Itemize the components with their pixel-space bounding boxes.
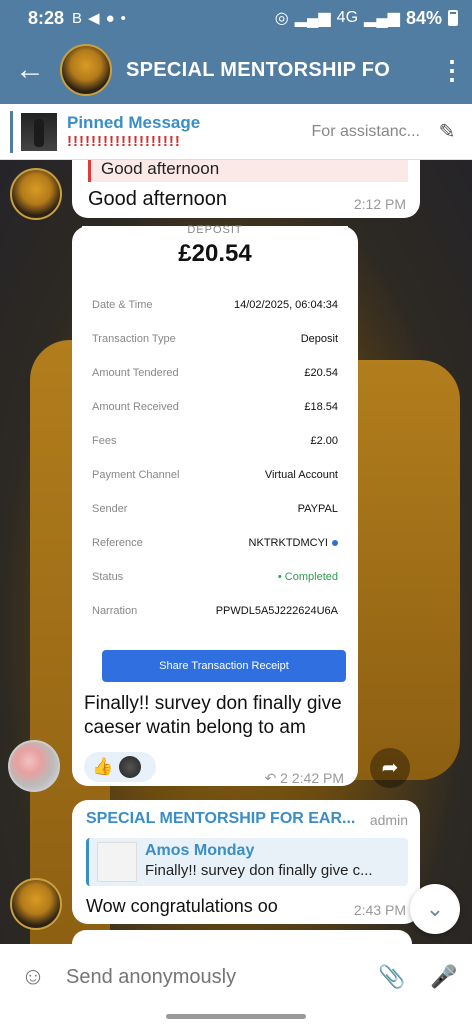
pinned-thumbnail [21,112,57,151]
network-type: 4G [336,9,359,26]
receipt-row: Date & Time 14/02/2025, 06:04:34 [92,299,338,311]
receipt-amount: £20.54 [178,240,252,267]
receipt-row: Narration PPWDL5A5J222624U6A [92,605,338,617]
receipt-row: Reference NKTRKTDMCYI [82,526,348,560]
message-time: 2:12 PM [353,196,406,212]
chat-header: ← SPECIAL MENTORSHIP FO ⋮ [0,36,472,104]
receipt-row: Amount Received £18.54 [92,401,338,413]
receipt-row: Payment Channel Virtual Account [92,469,338,481]
reactor-avatar [119,756,142,778]
avatar[interactable] [8,740,60,792]
receipt-row: Amount Tendered £20.54 [92,367,338,379]
forward-icon[interactable]: ➦ [370,748,410,788]
reply-quote[interactable]: Good afternoon [88,160,408,182]
pinned-message-bar[interactable]: Pinned Message !!!!!!!!!!!!!!!!!!! For a… [0,104,472,160]
pinned-text: Pinned Message !!!!!!!!!!!!!!!!!!! [67,113,312,150]
attach-icon[interactable]: 📎 [368,964,416,990]
quote-text: Finally!! survey don finally give c... [145,862,373,879]
copy-icon [332,540,338,547]
reply-quote[interactable]: Amos Monday Finally!! survey don finally… [86,838,408,886]
admin-badge: admin [369,812,408,828]
chevron-down-icon[interactable]: ⌄ [410,884,460,934]
pinned-indicator [10,110,13,153]
thumbs-up-icon: 👍 [92,757,114,776]
sender-name[interactable]: SPECIAL MENTORSHIP FOR EAR... [86,810,355,828]
avatar[interactable] [10,878,62,930]
receipt-rows: Date & Time 14/02/2025, 06:04:34 Transact… [82,288,348,628]
signal-icon: ▂▄▆ [294,10,331,27]
pin-list-icon[interactable]: ✎ [430,119,464,144]
dot-icon: • [120,9,126,27]
chat-area[interactable]: Good afternoon Good afternoon 2:12 PM DE… [0,160,472,944]
receipt-row: Status • Completed [92,571,338,583]
home-pill[interactable] [166,1014,306,1019]
chat-title: SPECIAL MENTORSHIP FO [126,58,391,81]
reactions[interactable]: 👍 [84,752,156,782]
back-arrow-icon[interactable]: ← [0,53,60,87]
message-bubble[interactable]: SPECIAL MENTORSHIP FOR EAR... admin Amos… [72,800,420,924]
signal-icon-2: ▂▄▆ [364,10,400,27]
more-vert-icon[interactable]: ⋮ [432,55,472,86]
message-text: Wow congratulations oo [86,896,278,916]
partial-message-bubble[interactable] [72,930,412,944]
navigation-bar [0,1010,472,1024]
chat-title-area[interactable]: SPECIAL MENTORSHIP FO [126,59,432,82]
status-icons-right: ◎ ▂▄▆ 4G ▂▄▆ 84% [275,8,458,29]
pinned-label: Pinned Message [67,113,201,132]
message-meta: ↶ 2 2:42 PM [265,770,344,787]
notification-icon: B [72,9,83,27]
message-input[interactable] [66,965,368,989]
status-time: 8:28 [28,7,65,28]
message-time: 2:43 PM [353,902,406,918]
message-text: Finally!! survey don finally give caeser… [84,693,342,738]
message-time: 2:42 PM [291,770,344,786]
receipt-header-label: DEPOSIT [187,224,243,234]
status-bar: 8:28 B ◀ ● • ◎ ▂▄▆ 4G ▂▄▆ 84% [0,0,472,36]
quote-name: Amos Monday [145,842,255,859]
forward-count: ↶ 2 [264,770,288,786]
avatar[interactable] [10,168,62,220]
quote-thumbnail [97,842,137,882]
receipt-row: Fees £2.00 [92,435,338,447]
share-receipt-button: Share Transaction Receipt [102,650,346,682]
emoji-icon[interactable]: ☺ [0,963,66,991]
pinned-content: !!!!!!!!!!!!!!!!!!! [67,133,181,150]
pinned-preview: For assistanc... [311,122,420,140]
battery-icon [448,10,458,26]
wallpaper-figure-2 [350,360,460,780]
receipt-row: Sender PAYPAL [92,503,338,515]
receipt-message-bubble[interactable]: DEPOSIT £20.54 Date & Time 14/02/2025, 06… [72,224,358,787]
receipt-image[interactable]: DEPOSIT £20.54 Date & Time 14/02/2025, 06… [82,224,348,686]
receipt-row: Transaction Type Deposit [92,333,338,345]
hotspot-icon: ◎ [274,10,289,27]
mic-icon[interactable]: 🎤 [416,964,472,990]
status-icons-left: B ◀ ● • [72,9,126,28]
message-bubble[interactable]: Good afternoon Good afternoon 2:12 PM [72,160,420,218]
group-avatar[interactable] [60,44,112,96]
telegram-icon: ◀ [88,10,100,27]
input-bar: ☺ 📎 🎤 [0,944,472,1010]
app-icon: ● [105,9,115,27]
message-text: Good afternoon [88,188,227,210]
battery-percent: 84% [405,7,442,28]
